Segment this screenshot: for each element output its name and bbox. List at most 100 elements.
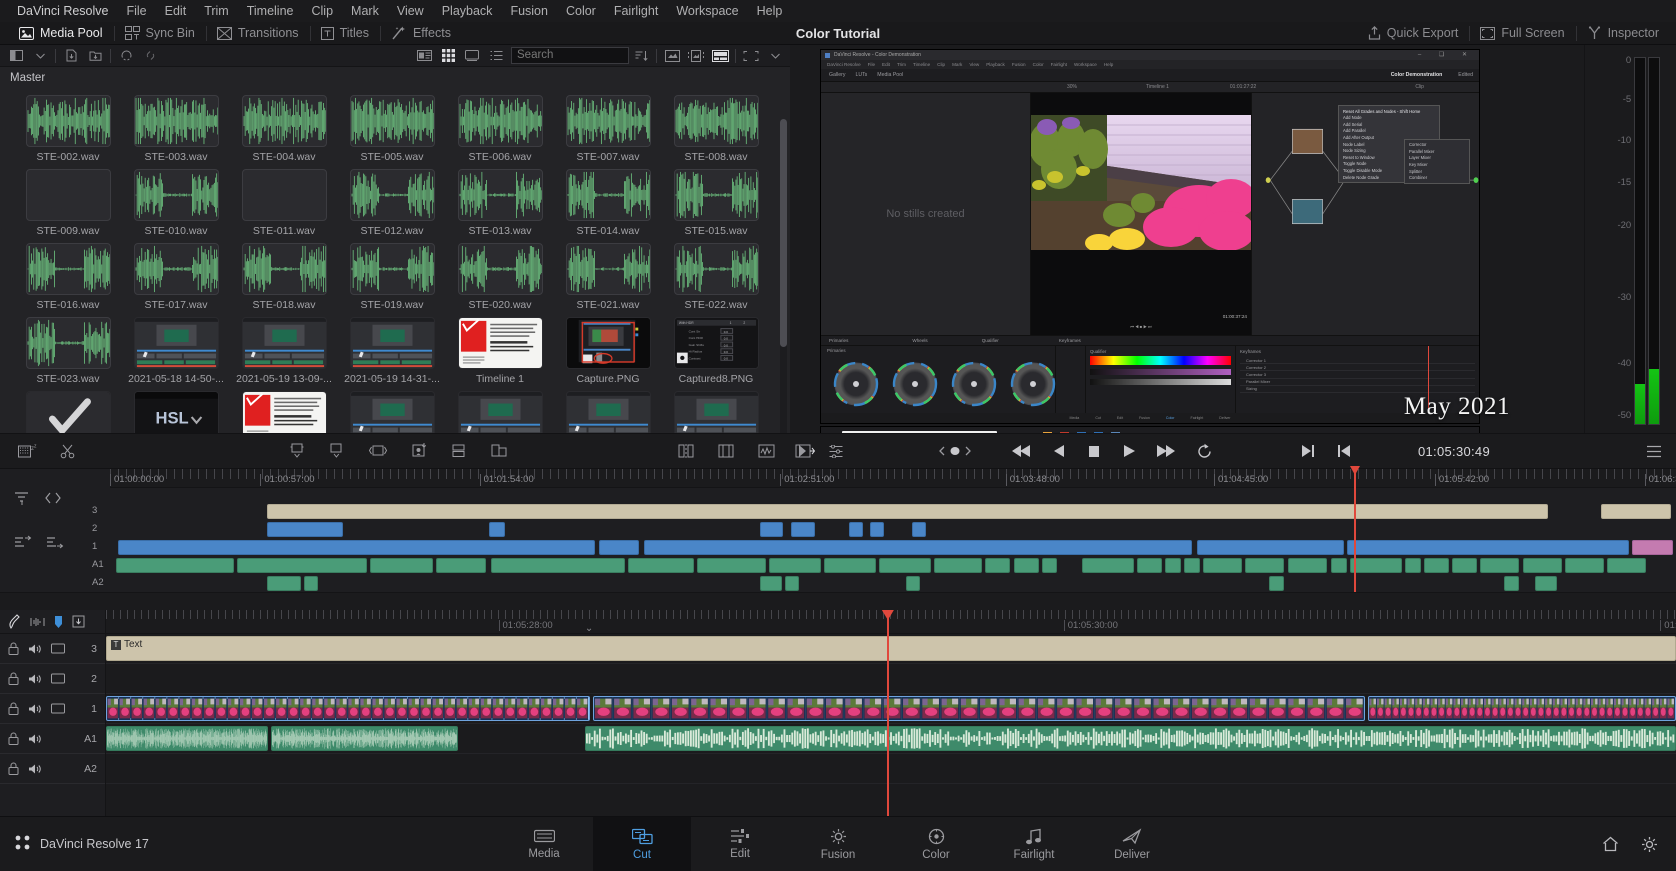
media-pool-clip[interactable] xyxy=(338,391,446,433)
media-pool-clip[interactable]: STE-022.wav xyxy=(662,243,770,311)
track-remove-icon[interactable] xyxy=(46,535,64,550)
media-pool-clip[interactable]: STE-012.wav xyxy=(338,169,446,237)
overview-clip[interactable] xyxy=(1165,558,1182,573)
speaker-icon[interactable] xyxy=(28,733,42,745)
stop-icon[interactable] xyxy=(1086,443,1102,459)
bin-list-toggle-icon[interactable] xyxy=(4,47,28,65)
video-enable-icon[interactable] xyxy=(51,703,65,714)
titlebar-titles-button[interactable]: Titles xyxy=(309,22,380,45)
overview-clip[interactable] xyxy=(759,576,782,591)
viewer-stage[interactable]: DaVinci Resolve - Color Demonstration – … xyxy=(790,45,1584,433)
timeline-clip[interactable] xyxy=(106,726,268,751)
overview-clip[interactable] xyxy=(1452,558,1478,573)
effects-list-icon[interactable] xyxy=(829,444,843,458)
overview-clip[interactable] xyxy=(1600,504,1672,519)
filter-track-icon[interactable] xyxy=(14,491,30,506)
media-pool-clip[interactable]: STE-005.wav xyxy=(338,95,446,163)
overview-clip[interactable] xyxy=(488,522,505,537)
track-header-2[interactable]: 2 xyxy=(0,664,105,694)
media-pool-search-input[interactable]: Search xyxy=(511,47,629,64)
source-viewer-icon[interactable] xyxy=(660,47,684,65)
overview-clip[interactable] xyxy=(784,576,800,591)
collapse-marker-icon[interactable]: ⌄ xyxy=(585,623,593,634)
titlebar-transitions-button[interactable]: Transitions xyxy=(205,22,310,45)
overview-clip[interactable] xyxy=(435,558,486,573)
page-button-cut[interactable]: Cut xyxy=(593,816,691,871)
media-pool-clip[interactable]: 2021-05-18 14-50-... xyxy=(122,317,230,385)
titlebar-sync-bin-button[interactable]: Sync Bin xyxy=(113,22,206,45)
track-add-icon[interactable] xyxy=(14,535,32,550)
titlebar-inspector-button[interactable]: Inspector xyxy=(1575,22,1670,45)
media-pool-clip[interactable]: STE-017.wav xyxy=(122,243,230,311)
media-pool-clip[interactable]: STE-004.wav xyxy=(230,95,338,163)
overview-clip[interactable] xyxy=(1607,558,1647,573)
jump-start-icon[interactable] xyxy=(1011,443,1032,459)
media-pool-clip[interactable]: STE-009.wav xyxy=(14,169,122,237)
transition-icon[interactable] xyxy=(795,443,815,459)
media-pool-clip[interactable]: STE-018.wav xyxy=(230,243,338,311)
split-view-icon[interactable] xyxy=(678,443,694,459)
overview-clip[interactable] xyxy=(1423,558,1449,573)
brush-icon[interactable] xyxy=(8,614,21,629)
smart-indicator-icon[interactable]: zz xyxy=(18,443,38,459)
flag-icon[interactable] xyxy=(72,615,85,629)
overview-clip[interactable] xyxy=(905,576,920,591)
page-button-fusion[interactable]: Fusion xyxy=(789,817,887,871)
media-pool-grid[interactable]: STE-002.wav STE-003.wav STE-004.wav STE-005… xyxy=(0,89,790,433)
overview-clip[interactable] xyxy=(869,522,884,537)
import-folder-icon[interactable] xyxy=(83,47,107,65)
overview-clip[interactable] xyxy=(1405,558,1421,573)
overview-track-A1[interactable]: A1 xyxy=(92,557,1676,574)
timeline-overview-ruler[interactable]: 01:00:00:00 01:00:57:00 01:01:54:00 01:02:5… xyxy=(110,469,1676,488)
overview-clip[interactable] xyxy=(1564,558,1604,573)
media-pool-clip[interactable] xyxy=(662,391,770,433)
media-pool-clip[interactable]: STE-023.wav xyxy=(14,317,122,385)
marker-code-icon[interactable] xyxy=(44,491,62,505)
menu-item-timeline[interactable]: Timeline xyxy=(238,0,303,22)
source-tape-viewer-icon[interactable] xyxy=(684,47,708,65)
timeline-clip[interactable]: T Text xyxy=(106,636,1676,661)
overview-clip[interactable] xyxy=(1268,576,1285,591)
track-header-3[interactable]: 3 xyxy=(0,634,105,664)
audio-waveform-icon[interactable] xyxy=(30,616,45,628)
menu-item-edit[interactable]: Edit xyxy=(156,0,196,22)
media-pool-clip[interactable]: STE-003.wav xyxy=(122,95,230,163)
overview-clip[interactable] xyxy=(1184,558,1200,573)
menu-item-davinci-resolve[interactable]: DaVinci Resolve xyxy=(8,0,117,22)
media-pool-clip[interactable] xyxy=(14,391,122,433)
lock-icon[interactable] xyxy=(8,642,19,655)
overview-clip[interactable] xyxy=(1480,558,1520,573)
chevron-down-icon[interactable] xyxy=(28,47,52,65)
source-overwrite-icon[interactable] xyxy=(288,442,306,460)
overview-clip[interactable] xyxy=(769,558,821,573)
media-pool-clip[interactable]: STE-015.wav xyxy=(662,169,770,237)
media-pool-clip[interactable]: STE-007.wav xyxy=(554,95,662,163)
timeline-track-3[interactable]: T Text xyxy=(106,634,1676,664)
menu-item-file[interactable]: File xyxy=(117,0,155,22)
overview-clip[interactable] xyxy=(911,522,926,537)
timeline-track-A2[interactable] xyxy=(106,754,1676,784)
menu-item-color[interactable]: Color xyxy=(557,0,605,22)
loop-icon[interactable] xyxy=(1196,443,1213,460)
overview-clip[interactable] xyxy=(1350,558,1402,573)
page-button-deliver[interactable]: Deliver xyxy=(1083,817,1181,871)
media-pool-clip[interactable]: STE-016.wav xyxy=(14,243,122,311)
timeline-clip[interactable] xyxy=(106,696,590,721)
overview-track-A2[interactable]: A2 xyxy=(92,575,1676,592)
overview-clip[interactable] xyxy=(1041,558,1058,573)
timeline-clip[interactable] xyxy=(1368,696,1676,721)
media-pool-clip[interactable]: STE-013.wav xyxy=(446,169,554,237)
overview-clip[interactable] xyxy=(1082,558,1135,573)
timeline-track-A1[interactable] xyxy=(106,724,1676,754)
unlink-clips-icon[interactable] xyxy=(138,47,162,65)
overview-clip[interactable] xyxy=(628,558,695,573)
overview-clip[interactable] xyxy=(490,558,626,573)
filmstrip-view-icon[interactable] xyxy=(460,47,484,65)
timeline-playhead[interactable] xyxy=(886,610,889,816)
overview-clip[interactable] xyxy=(1522,558,1562,573)
media-pool-clip[interactable] xyxy=(446,391,554,433)
lock-icon[interactable] xyxy=(8,702,19,715)
close-up-icon[interactable] xyxy=(410,442,428,460)
overview-clip-tail[interactable] xyxy=(1632,540,1673,555)
video-enable-icon[interactable] xyxy=(51,673,65,684)
